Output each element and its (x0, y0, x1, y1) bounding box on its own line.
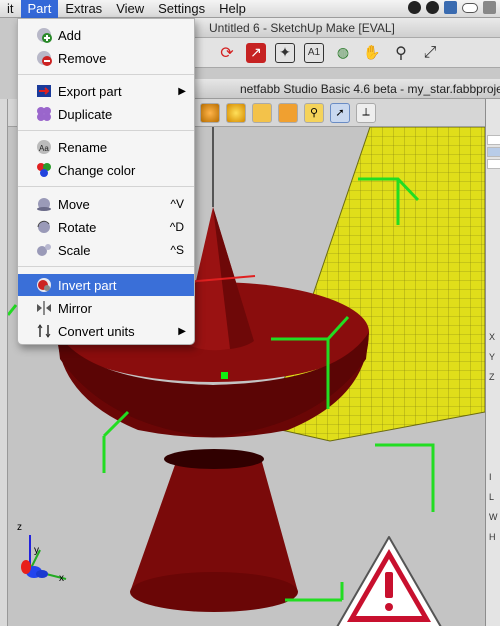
panel-label-y: Y (489, 352, 496, 362)
menu-item-change-color[interactable]: Change color (18, 159, 194, 181)
menu-bar: it Part Extras View Settings Help (0, 0, 500, 18)
menu-item-scale[interactable]: Scale ^S (18, 239, 194, 261)
duplicate-icon (36, 106, 52, 122)
z-axis-label: z (17, 522, 22, 533)
y-axis-label: y (34, 545, 39, 556)
rename-icon: Aa (36, 139, 52, 155)
sketchup-title: Untitled 6 - SketchUp Make [EVAL] (209, 21, 395, 35)
menu-item-label: Add (58, 27, 82, 43)
shortcut-label: ^S (170, 243, 184, 257)
warning-sign (336, 536, 442, 626)
menu-item-label: Mirror (58, 300, 92, 316)
menu-separator (18, 130, 194, 131)
submenu-arrow-icon: ▶ (178, 85, 186, 97)
move-icon (36, 196, 52, 212)
netfabb-title: netfabb Studio Basic 4.6 beta - my_star.… (240, 82, 500, 96)
project-tree-row[interactable] (487, 159, 500, 169)
axis-tool-icon[interactable]: ⟂ (356, 102, 376, 123)
menu-tray (408, 1, 496, 14)
project-tree-row-selected[interactable] (487, 147, 500, 157)
menu-item-export-part[interactable]: Export part ▶ (18, 80, 194, 102)
menu-item-invert-part[interactable]: Invert part (18, 274, 194, 296)
menu-item-label: Convert units (58, 323, 135, 339)
menu-help[interactable]: Help (212, 0, 253, 18)
zoom-tool-icon[interactable]: ⚲ (304, 102, 324, 123)
panel-label-i: I (489, 472, 492, 482)
invert-part-icon (36, 277, 52, 293)
menu-item-label: Rotate (58, 219, 97, 235)
menu-item-mirror[interactable]: Mirror (18, 297, 194, 319)
menu-part[interactable]: Part (20, 0, 59, 18)
menu-item-label: Duplicate (58, 106, 113, 122)
mirror-icon (36, 300, 52, 316)
remove-icon (36, 50, 52, 66)
menu-item-label: Scale (58, 242, 91, 258)
panel-label-x: X (489, 332, 496, 342)
x-axis-label: x (59, 573, 64, 584)
export-part-icon (36, 83, 52, 99)
scale-icon (36, 242, 52, 258)
panel-label-z: Z (489, 372, 495, 382)
refresh-icon[interactable]: ⟳ (217, 43, 237, 63)
export-icon[interactable]: ↗ (246, 42, 266, 63)
menu-separator (18, 266, 194, 267)
menu-item-label: Invert part (58, 277, 117, 293)
menu-item-move[interactable]: Move ^V (18, 193, 194, 215)
menu-settings[interactable]: Settings (151, 0, 212, 18)
menu-view[interactable]: View (109, 0, 151, 18)
panel-label-w: W (489, 512, 498, 522)
netfabb-title-bar: netfabb Studio Basic 4.6 beta - my_star.… (195, 79, 500, 99)
cloud-icon[interactable] (462, 2, 478, 13)
menu-item-rename[interactable]: Aa Rename (18, 136, 194, 158)
panel-label-l: L (489, 492, 495, 502)
menu-item-label: Change color (58, 162, 136, 178)
dimension-icon[interactable]: ✦ (275, 42, 295, 63)
left-strip (0, 99, 8, 626)
text-label-icon[interactable]: A1 (304, 42, 324, 63)
menu-item-add[interactable]: Add (18, 24, 194, 46)
menu-item-duplicate[interactable]: Duplicate (18, 103, 194, 125)
menu-item-label: Rename (58, 139, 108, 155)
panel-label-h: H (489, 532, 496, 542)
tray-dot-icon[interactable] (408, 1, 421, 14)
menu-item-label: Move (58, 196, 90, 212)
menu-item-remove[interactable]: Remove (18, 47, 194, 69)
select-arrow-icon[interactable]: ➚ (330, 102, 350, 123)
tray-grid-icon[interactable] (483, 1, 496, 14)
project-tree-row[interactable] (487, 135, 500, 145)
tray-dot2-icon[interactable] (426, 1, 439, 14)
pan-hand-icon[interactable]: ✋ (362, 43, 382, 63)
svg-text:Aa: Aa (39, 144, 49, 153)
menu-separator (18, 186, 194, 187)
menu-extras[interactable]: Extras (58, 0, 109, 18)
sketchup-title-bar: Untitled 6 - SketchUp Make [EVAL] (195, 18, 500, 38)
submenu-arrow-icon: ▶ (178, 325, 186, 337)
view-shaded-icon[interactable] (226, 102, 246, 123)
view-frame-icon[interactable] (278, 102, 298, 123)
view-box-icon[interactable] (252, 102, 272, 123)
right-panel: X Y Z I L W H (485, 99, 500, 626)
zoom-icon[interactable]: ⚲ (391, 43, 411, 63)
add-icon (36, 27, 52, 43)
menu-item-convert-units[interactable]: Convert units ▶ (18, 320, 194, 342)
menu-edit[interactable]: it (0, 0, 21, 18)
menu-separator (18, 74, 194, 75)
view-solid-icon[interactable] (200, 102, 220, 123)
menu-item-label: Export part (58, 83, 122, 99)
menu-item-label: Remove (58, 50, 107, 66)
shortcut-label: ^V (170, 197, 184, 211)
zoom-extents-icon[interactable]: ⤢ (420, 43, 440, 63)
color-wheel-icon (36, 162, 52, 178)
sketchup-toolbar: ⟳ ↗ ✦ A1 ◍ ✋ ⚲ ⤢ (195, 38, 500, 68)
menu-item-rotate[interactable]: Rotate ^D (18, 216, 194, 238)
convert-units-icon (36, 323, 52, 339)
shortcut-label: ^D (169, 220, 184, 234)
part-menu: Add Remove Export part ▶ Duplicate Aa Re… (17, 18, 195, 345)
orbit-icon[interactable]: ◍ (333, 43, 353, 63)
rotate-icon (36, 219, 52, 235)
tray-app-icon[interactable] (444, 1, 457, 14)
